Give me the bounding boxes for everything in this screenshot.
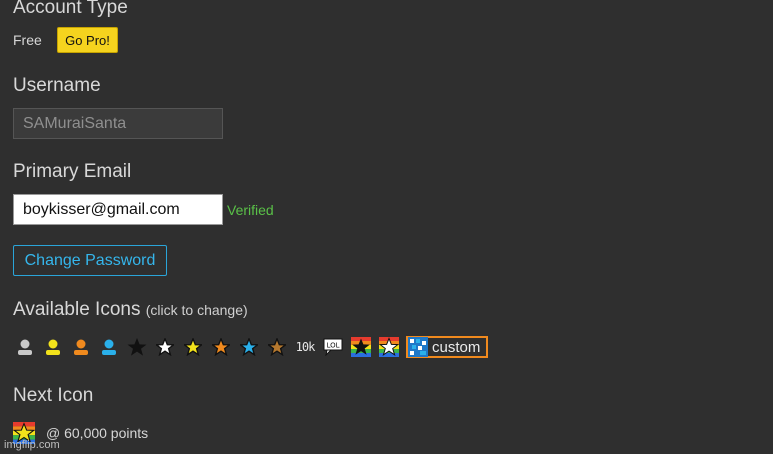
custom-icon-button[interactable]: custom (406, 336, 489, 358)
email-heading: Primary Email (13, 161, 132, 182)
star-yellow-icon[interactable] (181, 336, 205, 358)
available-icons-title: Available Icons (13, 299, 141, 320)
next-icon-heading: Next Icon (13, 385, 94, 406)
user-yellow-icon[interactable] (41, 336, 65, 358)
rainbow-star-white-icon[interactable] (377, 336, 401, 358)
star-black-icon[interactable] (125, 336, 149, 358)
star-blue-icon[interactable] (237, 336, 261, 358)
plan-label: Free (13, 32, 42, 48)
available-icons-heading: Available Icons (click to change) (13, 299, 248, 321)
custom-pixel-icon (408, 337, 428, 357)
user-blue-icon[interactable] (97, 336, 121, 358)
available-icons-hint: (click to change) (145, 302, 248, 318)
account-type-heading: Account Type (13, 0, 128, 18)
lol-bubble-icon[interactable]: LOL (321, 336, 345, 358)
username-heading: Username (13, 75, 101, 96)
rainbow-star-black-icon[interactable] (349, 336, 373, 358)
star-orange-icon[interactable] (209, 336, 233, 358)
change-password-button[interactable]: Change Password (13, 245, 167, 276)
next-icon-points: @ 60,000 points (46, 425, 149, 441)
verified-badge: Verified (227, 202, 274, 218)
email-field[interactable]: boykisser@gmail.com (13, 194, 223, 225)
star-bronze-icon[interactable] (265, 336, 289, 358)
star-white-icon[interactable] (153, 336, 177, 358)
user-gray-icon[interactable] (13, 336, 37, 358)
lol-text: LOL (326, 342, 339, 350)
user-orange-icon[interactable] (69, 336, 93, 358)
go-pro-button[interactable]: Go Pro! (57, 27, 118, 53)
10k-label: 10k (295, 340, 316, 354)
custom-label: custom (432, 338, 481, 356)
username-field: SAMuraiSanta (13, 108, 223, 139)
watermark: imgflip.com (4, 439, 60, 451)
10k-icon[interactable]: 10k (293, 336, 317, 358)
icon-picker: 10k LOL custom (13, 336, 489, 358)
